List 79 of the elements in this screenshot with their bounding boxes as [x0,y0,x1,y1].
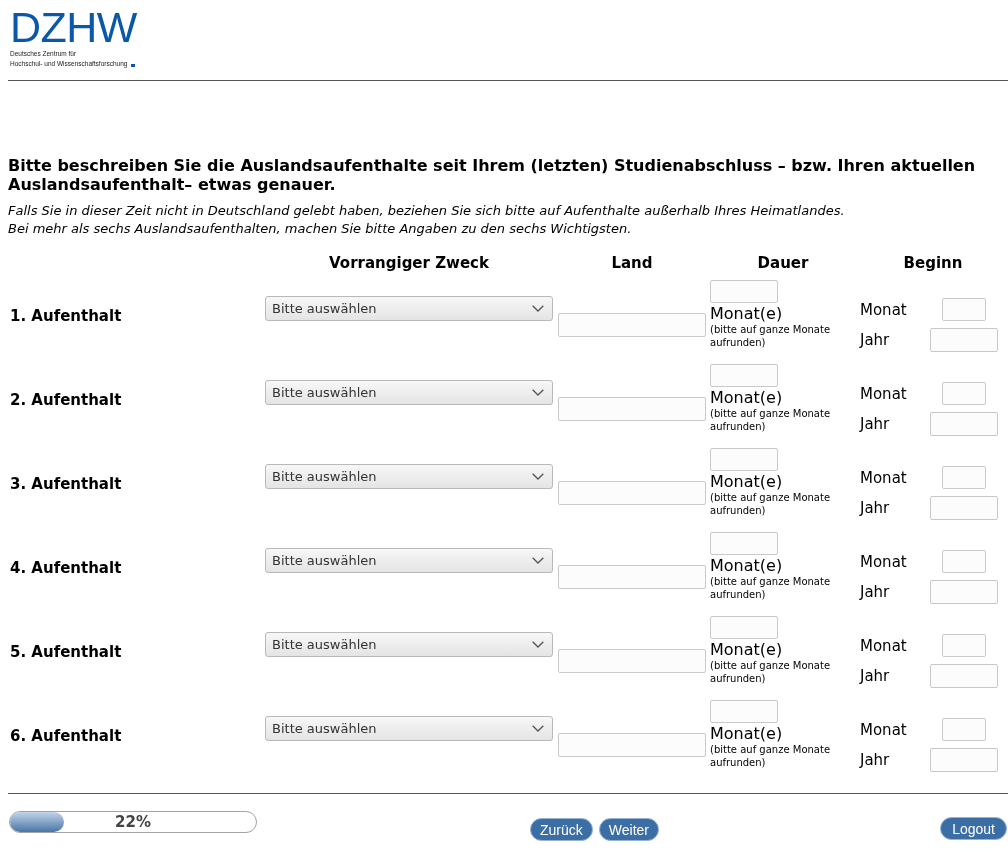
year-field[interactable] [930,496,998,520]
purpose-dropdown[interactable]: Bitte auswählen [265,548,553,573]
nav-button[interactable]: Zurück [530,818,593,841]
chevron-down-icon [532,641,544,648]
chevron-down-icon [532,725,544,732]
duration-field[interactable] [710,364,778,387]
logout-button[interactable]: Logout [940,817,1007,840]
year-field[interactable] [930,664,998,688]
country-field[interactable] [558,649,706,673]
hint-text: (bitte auf ganze Monate aufrunden) [710,323,832,349]
month-field[interactable] [942,634,986,657]
duration-field[interactable] [710,448,778,471]
purpose-dropdown[interactable]: Bitte auswählen [265,716,553,741]
month-field[interactable] [942,550,986,573]
purpose-dropdown[interactable]: Bitte auswählen [265,464,553,489]
year-label: Jahr [858,331,890,349]
nav-button[interactable]: Weiter [598,818,659,841]
unit-label: Monat(e) [710,641,783,659]
unit-label: Monat(e) [710,473,783,491]
column-header: Beginn [903,254,963,274]
year-label: Jahr [858,415,890,433]
row-label: 5. Aufenthalt [10,643,122,661]
chevron-down-icon [532,305,544,312]
row-label: 4. Aufenthalt [10,559,122,577]
duration-field[interactable] [710,280,778,303]
square-icon [131,64,136,67]
instruction-text: Falls Sie in dieser Zeit nicht in Deutschland gelebt haben, beziehen Sie sich bitte auf Aufenthalte außerhalb Ihres Heimatlandes. [8,202,846,220]
unit-label: Monat(e) [710,557,783,575]
country-field[interactable] [558,313,706,337]
year-label: Jahr [858,499,890,517]
hint-text: (bitte auf ganze Monate aufrunden) [710,407,832,433]
progress-label: 22% [115,813,151,831]
month-label: Monat [859,636,907,655]
row-label: 2. Aufenthalt [10,391,122,409]
country-field[interactable] [558,565,706,589]
duration-field[interactable] [710,616,778,639]
hint-text: (bitte auf ganze Monate aufrunden) [710,743,832,769]
column-header: Dauer [757,254,809,274]
purpose-dropdown[interactable]: Bitte auswählen [265,632,553,657]
country-field[interactable] [558,733,706,757]
chevron-down-icon [532,473,544,480]
duration-field[interactable] [710,532,778,555]
row-label: 6. Aufenthalt [10,727,122,745]
chevron-down-icon [532,557,544,564]
purpose-dropdown[interactable]: Bitte auswählen [265,380,553,405]
column-header: Land [611,254,653,274]
year-field[interactable] [930,748,998,772]
column-header: Vorrangiger Zweck [329,254,489,274]
year-field[interactable] [930,412,998,436]
row-label: 1. Aufenthalt [10,307,122,325]
year-label: Jahr [858,583,890,601]
month-label: Monat [859,720,907,739]
country-field[interactable] [558,397,706,421]
year-field[interactable] [930,580,998,604]
year-label: Jahr [858,751,890,769]
unit-label: Monat(e) [710,305,783,323]
month-field[interactable] [942,718,986,741]
row-label: 3. Aufenthalt [10,475,122,493]
month-field[interactable] [942,466,986,489]
hint-text: (bitte auf ganze Monate aufrunden) [710,491,832,517]
question-title: Bitte beschreiben Sie die Auslandsaufenthalte seit Ihrem (letzten) Studienabschluss – bzw. Ihren aktuellen Auslandsaufenthalt– etwas genauer. [8,156,977,194]
month-field[interactable] [942,382,986,405]
month-field[interactable] [942,298,986,321]
hint-text: (bitte auf ganze Monate aufrunden) [710,659,832,685]
month-label: Monat [859,300,907,319]
purpose-dropdown[interactable]: Bitte auswählen [265,296,553,321]
logo-wordmark: DZHW [10,6,137,49]
unit-label: Monat(e) [710,389,783,407]
year-field[interactable] [930,328,998,352]
country-field[interactable] [558,481,706,505]
month-label: Monat [859,552,907,571]
chevron-down-icon [532,389,544,396]
duration-field[interactable] [710,700,778,723]
instruction-text: Bei mehr als sechs Auslandsaufenthalten, machen Sie bitte Angaben zu den sechs Wichtigsten. [8,220,633,238]
unit-label: Monat(e) [710,725,783,743]
month-label: Monat [859,384,907,403]
month-label: Monat [859,468,907,487]
year-label: Jahr [858,667,890,685]
hint-text: (bitte auf ganze Monate aufrunden) [710,575,832,601]
